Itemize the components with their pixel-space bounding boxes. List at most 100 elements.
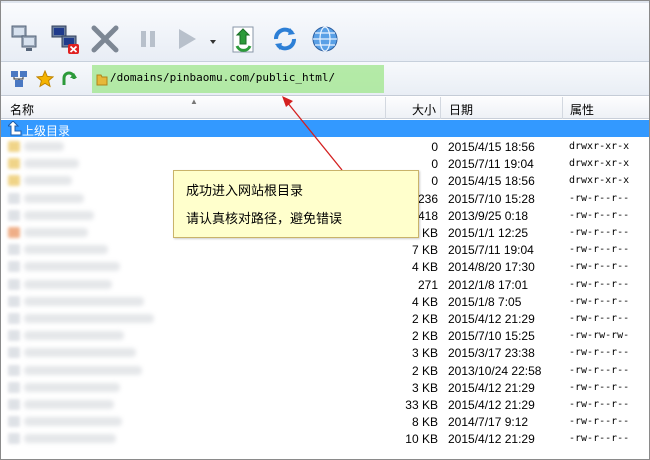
file-row[interactable]: 33 KB 2015/4/12 21:29 -rw-r--r-- <box>0 396 650 413</box>
callout-line-2: 请认真核对路径，避免错误 <box>186 211 343 226</box>
path-input[interactable]: /domains/pinbaomu.com/public_html/ <box>110 71 335 84</box>
file-permissions: -rw-r--r-- <box>569 192 630 204</box>
pause-icon[interactable] <box>132 22 166 56</box>
file-row[interactable]: 4 KB 2014/8/20 17:30 -rw-r--r-- <box>0 258 650 275</box>
file-type-icon <box>8 399 20 410</box>
file-date: 2015/1/1 12:25 <box>448 226 529 240</box>
file-type-icon <box>8 278 20 290</box>
toolbar <box>0 0 650 62</box>
callout-note: 成功进入网站根目录 请认真核对路径，避免错误 <box>173 170 419 238</box>
file-size: 0 <box>431 174 438 189</box>
file-size: 33 KB <box>405 398 438 412</box>
sort-caret-icon: ▲ <box>190 97 198 106</box>
file-permissions: -rw-r--r-- <box>569 261 630 273</box>
file-row[interactable]: 4 KB 2015/1/8 7:05 -rw-r--r-- <box>0 293 650 310</box>
file-type-icon <box>8 192 20 204</box>
column-name[interactable]: 名称 <box>10 101 34 118</box>
file-date: 2013/9/25 0:18 <box>448 208 529 223</box>
file-type-icon <box>8 330 20 342</box>
globe-icon[interactable] <box>308 22 342 56</box>
file-size: 3 KB <box>411 346 438 361</box>
folder-icon <box>96 74 108 86</box>
site-manager-icon[interactable] <box>10 70 28 88</box>
file-size: 418 <box>417 208 438 223</box>
file-size: 2 KB <box>411 363 438 378</box>
file-name-redacted <box>24 142 64 151</box>
file-type-icon <box>8 295 20 307</box>
file-row[interactable]: 271 2012/1/8 17:01 -rw-r--r-- <box>0 276 650 293</box>
file-size: 0 <box>431 157 438 172</box>
disconnect-icon[interactable] <box>48 22 82 56</box>
play-dropdown-icon[interactable] <box>210 39 216 45</box>
file-row[interactable]: 2 KB 2015/4/12 21:29 -rw-r--r-- <box>0 310 650 327</box>
file-name-redacted <box>24 314 154 323</box>
file-permissions: -rw-r--r-- <box>569 416 630 428</box>
file-type-icon <box>8 227 20 238</box>
file-permissions: -rw-r--r-- <box>569 347 630 359</box>
file-row[interactable]: 0 2015/4/15 18:56 drwxr-xr-x <box>0 138 650 155</box>
file-row[interactable]: 3 KB 2015/4/12 21:29 -rw-r--r-- <box>0 379 650 396</box>
file-size: 236 <box>417 191 438 206</box>
file-permissions: -rw-r--r-- <box>569 209 630 221</box>
file-size: 271 <box>417 277 438 292</box>
file-type-icon <box>8 209 20 221</box>
file-name-redacted <box>24 176 72 186</box>
file-permissions: drwxr-xr-x <box>569 141 630 152</box>
file-row[interactable]: 10 KB 2015/4/12 21:29 -rw-r--r-- <box>0 430 650 447</box>
file-size: 2 KB <box>411 312 438 326</box>
file-date: 2015/4/12 21:29 <box>448 432 535 447</box>
file-row[interactable]: 8 KB 2014/7/17 9:12 -rw-r--r-- <box>0 413 650 430</box>
download-refresh-icon[interactable] <box>226 22 260 56</box>
file-date: 2015/3/17 23:38 <box>448 346 535 361</box>
file-type-icon <box>8 313 20 324</box>
column-divider <box>440 97 441 119</box>
file-size: 8 KB <box>411 415 438 430</box>
file-name-redacted <box>24 279 112 289</box>
connect-icon[interactable] <box>8 22 42 56</box>
file-date: 2015/7/10 15:25 <box>448 329 535 344</box>
file-type-icon <box>8 261 20 273</box>
delete-icon[interactable] <box>88 22 122 56</box>
file-type-icon <box>8 141 20 152</box>
file-size: 10 KB <box>405 432 438 447</box>
file-date: 2015/1/8 7:05 <box>448 294 522 309</box>
file-date: 2015/4/12 21:29 <box>448 312 535 326</box>
file-row[interactable]: 2 KB 2013/10/24 22:58 -rw-r--r-- <box>0 362 650 379</box>
file-type-icon <box>8 244 20 256</box>
play-icon[interactable] <box>170 22 204 56</box>
column-attributes[interactable]: 属性 <box>570 101 594 118</box>
file-date: 2014/8/20 17:30 <box>448 260 535 275</box>
go-up-arrow-icon[interactable] <box>60 70 78 88</box>
file-date: 2015/7/11 19:04 <box>448 157 534 172</box>
file-name-redacted <box>24 382 120 392</box>
file-name-redacted <box>24 417 122 427</box>
star-icon[interactable] <box>36 70 54 88</box>
column-size[interactable]: 大小 <box>412 101 436 118</box>
file-name-redacted <box>24 245 108 255</box>
file-type-icon <box>8 416 20 428</box>
file-permissions: -rw-r--r-- <box>569 227 630 238</box>
column-header: 名称 大小 日期 属性 <box>0 97 650 119</box>
file-date: 2015/4/12 21:29 <box>448 380 535 395</box>
column-divider <box>562 97 563 119</box>
file-date: 2014/7/17 9:12 <box>448 415 529 430</box>
file-permissions: -rw-r--r-- <box>569 278 630 290</box>
file-name-redacted <box>24 262 120 272</box>
file-type-icon <box>8 364 20 376</box>
file-date: 2015/4/15 18:56 <box>448 174 535 189</box>
file-row[interactable]: 2 KB 2015/7/10 15:25 -rw-rw-rw- <box>0 327 650 344</box>
file-permissions: -rw-r--r-- <box>569 399 630 410</box>
file-row[interactable]: 3 KB 2015/3/17 23:38 -rw-r--r-- <box>0 344 650 361</box>
file-permissions: -rw-r--r-- <box>569 313 630 324</box>
refresh-icon[interactable] <box>268 22 302 56</box>
file-row[interactable]: 7 KB 2015/7/11 19:04 -rw-r--r-- <box>0 241 650 258</box>
file-name-redacted <box>24 365 142 375</box>
file-date: 2015/4/12 21:29 <box>448 398 535 412</box>
column-divider <box>385 97 386 119</box>
file-name-redacted <box>24 348 136 358</box>
parent-directory-label: 上级目录 <box>22 124 71 138</box>
file-permissions: -rw-r--r-- <box>569 433 630 445</box>
parent-directory-row[interactable]: 上级目录 <box>0 120 650 138</box>
file-size: 7 KB <box>411 243 438 258</box>
column-date[interactable]: 日期 <box>449 101 473 118</box>
